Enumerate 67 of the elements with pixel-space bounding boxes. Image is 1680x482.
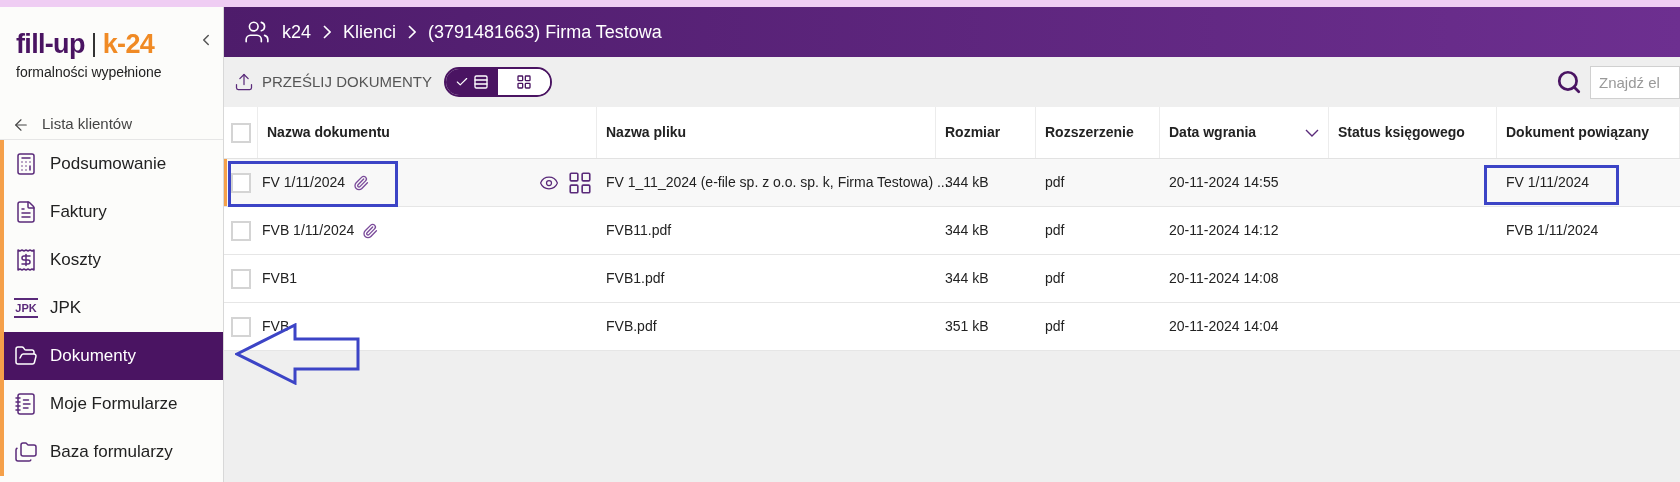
logo-tagline: formalności wypełnione <box>16 63 163 82</box>
linked-document[interactable]: FV 1/11/2024 <box>1506 172 1590 193</box>
search-icon[interactable] <box>1556 69 1582 95</box>
sort-icon <box>1305 128 1319 137</box>
sidebar-item[interactable]: Faktury <box>4 188 223 236</box>
clients-icon <box>244 19 270 45</box>
chevron-icon <box>408 25 417 39</box>
table-cell-text: 20-11-2024 14:04 <box>1169 317 1279 336</box>
column-header[interactable]: Rozszerzenie <box>1036 107 1160 158</box>
table-cell-text: 351 kB <box>945 317 989 336</box>
menu-icon <box>14 152 38 176</box>
table-cell-text: 344 kB <box>945 269 989 288</box>
check-icon <box>455 75 470 89</box>
table-cell-text: pdf <box>1045 317 1065 336</box>
table-cell-text: FVB1 <box>262 269 297 288</box>
table-cell-text: 20-11-2024 14:08 <box>1169 269 1279 288</box>
logo-divider <box>92 32 95 57</box>
upload-icon <box>234 72 254 92</box>
table-cell-text: 20-11-2024 14:55 <box>1169 173 1279 192</box>
menu-icon <box>14 248 38 272</box>
sidebar-item[interactable]: Moje Formularze <box>4 380 223 428</box>
table-cell-text: FVB1.pdf <box>606 269 665 288</box>
table-cell-text: 344 kB <box>945 173 989 192</box>
table-cell-text: 344 kB <box>945 221 989 240</box>
logo-brand: fill-up <box>16 31 85 58</box>
checkbox[interactable] <box>231 172 251 193</box>
table-cell-text: FVB11.pdf <box>606 221 672 240</box>
linked-document[interactable]: FVB 1/11/2024 <box>1506 220 1599 241</box>
sidebar-item[interactable]: Podsumowanie <box>4 140 223 188</box>
table-cell-text: pdf <box>1045 173 1065 192</box>
column-header[interactable]: Dokument powiązany <box>1497 107 1680 158</box>
checkbox[interactable] <box>231 316 251 337</box>
sidebar-item[interactable]: Koszty <box>4 236 223 284</box>
table-cell-text: FVB.pdf <box>606 317 657 336</box>
breadcrumb-item: (3791481663) Firma Testowa <box>428 20 662 44</box>
back-link[interactable]: Lista klientów <box>0 110 223 140</box>
upload-button[interactable]: PRZEŚLIJ DOKUMENTY <box>230 70 437 94</box>
menu-icon <box>14 392 38 416</box>
column-header[interactable]: Data wgrania <box>1160 107 1329 158</box>
logo-brand: k-24 <box>102 31 155 58</box>
menu-icon <box>14 344 38 368</box>
grid-icon[interactable] <box>567 169 593 196</box>
column-header[interactable]: Nazwa dokumentu <box>258 107 597 158</box>
table-cell-text: pdf <box>1045 221 1065 240</box>
grid-icon <box>516 74 533 90</box>
column-header[interactable]: Status księgowego <box>1329 107 1497 158</box>
checkbox[interactable] <box>231 220 251 241</box>
table-row[interactable]: FV 1/11/2024 FV 1_11_2024 (e-file sp. z o.o. sp. k, Firma Testowa) ...344 kB pdf 20-11-2024 14:55 FV 1/11/2024 <box>224 159 1680 207</box>
column-header[interactable]: Nazwa pliku <box>597 107 936 158</box>
checkbox[interactable] <box>231 268 251 289</box>
table-cell-text: 20-11-2024 14:12 <box>1169 221 1279 240</box>
list-icon <box>473 74 490 90</box>
grid-view-toggle[interactable] <box>498 69 551 95</box>
column-header[interactable]: Rozmiar <box>936 107 1036 158</box>
table-cell-text: FV 1/11/2024 <box>262 173 346 192</box>
checkbox[interactable] <box>230 122 251 143</box>
menu-icon <box>14 440 38 464</box>
search-field[interactable]: Znajdź el <box>1590 65 1680 99</box>
list-view-toggle[interactable] <box>446 69 499 95</box>
breadcrumb-item[interactable]: Klienci <box>343 18 397 46</box>
table-cell-text: FVB 1/11/2024 <box>262 221 355 240</box>
chevron-icon <box>323 25 332 39</box>
breadcrumb-item[interactable]: k24 <box>282 18 312 46</box>
menu-icon <box>14 200 38 224</box>
sidebar-item[interactable]: Baza formularzy <box>4 428 223 476</box>
sidebar-item[interactable]: JPK JPK <box>4 284 223 332</box>
table-cell-text: pdf <box>1045 269 1065 288</box>
